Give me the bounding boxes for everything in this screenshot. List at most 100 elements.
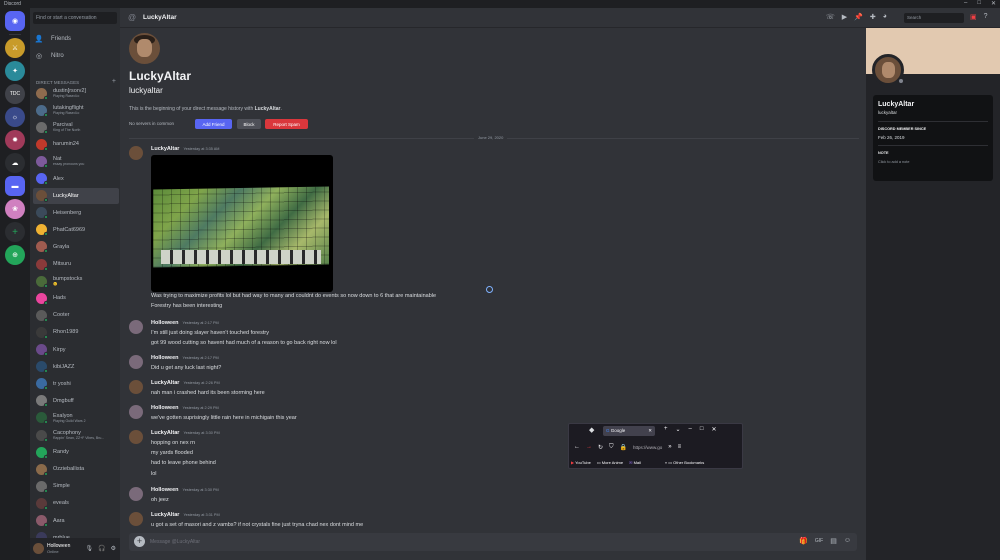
avatar[interactable] bbox=[129, 380, 143, 394]
emoji-icon[interactable]: ☺ bbox=[844, 537, 851, 545]
find-conversation-input[interactable]: Find or start a conversation bbox=[33, 12, 117, 24]
dm-item[interactable]: Rhon1989 bbox=[33, 324, 119, 340]
dm-item[interactable]: Cacophony Rappin' Sean, ZZ+F Vibes, Bru..… bbox=[33, 427, 119, 443]
dm-item[interactable]: Aara bbox=[33, 513, 119, 529]
dm-item[interactable]: Exalyon Playing Guild Wars 2 bbox=[33, 410, 119, 426]
dm-item[interactable]: Alex bbox=[33, 171, 119, 187]
discord-home-icon[interactable]: ◉ bbox=[5, 11, 25, 31]
close-icon[interactable]: ✕ bbox=[991, 0, 996, 7]
message-author[interactable]: LuckyAltar Yesterday at 3:31 PM bbox=[151, 512, 220, 518]
new-tab-icon[interactable]: + bbox=[664, 426, 668, 433]
message-author[interactable]: Holloween Yesterday at 3:30 PM bbox=[151, 487, 219, 493]
server-icon[interactable]: ☁ bbox=[5, 153, 25, 173]
message-author[interactable]: Holloween Yesterday at 2:17 PM bbox=[151, 355, 219, 361]
dm-item[interactable]: Grayla bbox=[33, 239, 119, 255]
nav-nitro[interactable]: ◎ Nitro bbox=[34, 49, 116, 63]
dm-item[interactable]: Simple bbox=[33, 478, 119, 494]
dm-item[interactable]: bumpstocks 😊 bbox=[33, 273, 119, 289]
avatar[interactable] bbox=[129, 320, 143, 334]
server-icon[interactable]: ⚔ bbox=[5, 38, 25, 58]
pin-icon[interactable]: 📌 bbox=[854, 13, 863, 21]
add-server-icon[interactable]: + bbox=[5, 222, 25, 242]
gear-icon[interactable]: ⚙ bbox=[111, 545, 116, 552]
block-button[interactable]: Block bbox=[237, 119, 261, 129]
dm-item[interactable]: Randy bbox=[33, 444, 119, 460]
browser-tab[interactable]: G Google ✕ bbox=[603, 426, 655, 436]
chevron-down-icon[interactable]: ⌄ bbox=[676, 426, 681, 433]
add-friend-to-dm-icon[interactable]: ✚ bbox=[870, 13, 876, 21]
dm-item[interactable]: Cooter bbox=[33, 307, 119, 323]
search-input[interactable]: Search bbox=[904, 13, 964, 23]
message-author[interactable]: LuckyAltar Yesterday at 3:30 PM bbox=[151, 430, 220, 436]
nav-friends[interactable]: 👤 Friends bbox=[34, 32, 116, 46]
note-input[interactable]: Click to add a note bbox=[878, 160, 909, 164]
bookmark-other[interactable]: » ▭ Other Bookmarks bbox=[665, 460, 704, 465]
bookmark-mail[interactable]: ✉ Mail bbox=[629, 460, 641, 465]
lock-icon[interactable]: 🔒 bbox=[620, 444, 627, 451]
extensions-icon[interactable]: » bbox=[668, 444, 671, 450]
gift-icon[interactable]: 🎁 bbox=[799, 537, 808, 545]
server-icon[interactable]: ✦ bbox=[5, 61, 25, 81]
message-author[interactable]: Holloween Yesterday at 2:17 PM bbox=[151, 320, 219, 326]
avatar[interactable] bbox=[129, 355, 143, 369]
reload-icon[interactable]: ↻ bbox=[598, 444, 603, 451]
dm-item[interactable]: Parcival King of The North bbox=[33, 119, 119, 135]
maximize-icon[interactable]: □ bbox=[977, 0, 981, 7]
avatar[interactable] bbox=[129, 512, 143, 526]
maximize-icon[interactable]: □ bbox=[700, 426, 704, 433]
profile-toggle-icon[interactable]: ◕ bbox=[883, 13, 887, 21]
inbox-icon[interactable]: ▣ bbox=[970, 13, 977, 21]
bookmark-youtube[interactable]: ▶ YouTube bbox=[571, 460, 591, 465]
avatar[interactable] bbox=[33, 543, 44, 554]
server-icon[interactable]: TDC bbox=[5, 84, 25, 104]
bookmark-more-anime[interactable]: ▭ More Anime bbox=[597, 460, 623, 465]
video-call-icon[interactable]: ▶ bbox=[842, 13, 847, 21]
server-icon[interactable]: ❀ bbox=[5, 199, 25, 219]
back-icon[interactable]: ← bbox=[574, 444, 580, 450]
avatar[interactable] bbox=[129, 405, 143, 419]
message-author[interactable]: Holloween Yesterday at 2:29 PM bbox=[151, 405, 219, 411]
dm-item[interactable]: harumin24 bbox=[33, 136, 119, 152]
sticker-icon[interactable]: ▤ bbox=[830, 537, 837, 545]
help-icon[interactable]: ? bbox=[984, 13, 988, 21]
avatar[interactable] bbox=[129, 487, 143, 501]
dm-item[interactable]: eveals bbox=[33, 495, 119, 511]
voice-call-icon[interactable]: ☏ bbox=[826, 13, 835, 21]
menu-icon[interactable]: ≡ bbox=[678, 444, 682, 450]
server-icon[interactable]: ☼ bbox=[5, 107, 25, 127]
dm-item[interactable]: tr yoshi bbox=[33, 376, 119, 392]
avatar[interactable] bbox=[129, 146, 143, 160]
minimize-icon[interactable]: – bbox=[964, 0, 967, 7]
close-tab-icon[interactable]: ✕ bbox=[648, 428, 652, 434]
shield-icon[interactable]: ⛉ bbox=[609, 444, 614, 451]
server-icon[interactable]: ✹ bbox=[5, 130, 25, 150]
close-icon[interactable]: ✕ bbox=[712, 426, 717, 433]
dm-item[interactable]: PhatCat6969 bbox=[33, 222, 119, 238]
dm-item[interactable]: Nat essay pronouns you bbox=[33, 153, 119, 169]
message-author[interactable]: LuckyAltar Yesterday at 3:35 AM bbox=[151, 146, 219, 152]
dm-item[interactable]: kibiJAZZ bbox=[33, 359, 119, 375]
dm-item[interactable]: Kirpy bbox=[33, 342, 119, 358]
image-attachment[interactable] bbox=[151, 155, 333, 292]
avatar[interactable] bbox=[129, 430, 143, 444]
add-dm-icon[interactable]: + bbox=[112, 78, 116, 85]
url-bar[interactable]: https://www.go bbox=[633, 445, 662, 450]
dm-item[interactable]: dustin[rsorv2] Playing Rased.io bbox=[33, 85, 119, 101]
dm-item[interactable]: lutakingflight Playing Rased.io bbox=[33, 102, 119, 118]
gif-icon[interactable]: GIF bbox=[815, 538, 823, 545]
discover-icon[interactable]: ⊕ bbox=[5, 245, 25, 265]
dm-item[interactable]: Dmgbuff bbox=[33, 393, 119, 409]
dm-item[interactable]: LuckyAltar bbox=[33, 187, 119, 204]
folder-icon[interactable]: ▬ bbox=[5, 176, 25, 196]
dm-item[interactable]: Heisenberg bbox=[33, 205, 119, 221]
dm-item[interactable]: Ozzieballista bbox=[33, 461, 119, 477]
dm-item[interactable]: Hads bbox=[33, 290, 119, 306]
report-spam-button[interactable]: Report Spam bbox=[265, 119, 308, 129]
dm-item[interactable]: Mitsuru bbox=[33, 256, 119, 272]
attach-button[interactable]: + bbox=[134, 536, 145, 547]
add-friend-button[interactable]: Add Friend bbox=[195, 119, 232, 129]
message-author[interactable]: LuckyAltar Yesterday at 2:26 PM bbox=[151, 380, 220, 386]
minimize-icon[interactable]: – bbox=[689, 426, 692, 433]
headphones-icon[interactable]: 🎧 bbox=[98, 545, 105, 552]
message-input[interactable]: Message @LuckyAltar bbox=[150, 539, 200, 545]
